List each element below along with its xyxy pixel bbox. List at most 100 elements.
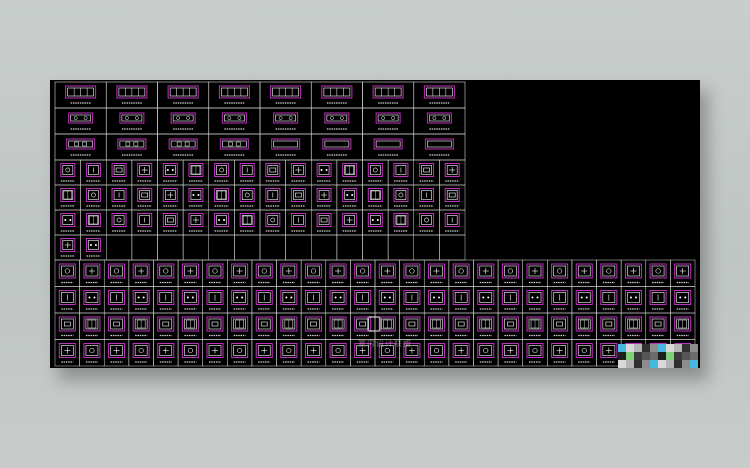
wide-symbol-plate — [224, 114, 245, 122]
lower-symbol-plate — [676, 292, 689, 303]
wide-symbol-frame — [66, 138, 96, 150]
lower-symbol-switch-icon — [310, 321, 317, 327]
switch-icon — [236, 141, 241, 147]
pixel-block — [658, 344, 666, 352]
narrow-symbol-switch-icon — [167, 217, 174, 223]
lower-symbol-outlet-icon — [286, 347, 292, 354]
narrow-symbol-switch-icon — [115, 167, 123, 173]
lower-symbol-plate — [405, 265, 419, 277]
switch-icon — [125, 141, 131, 147]
wide-symbol-plate — [375, 140, 401, 148]
switch-icon — [74, 141, 79, 147]
lower-symbol-plate — [307, 265, 320, 277]
pixel-block — [674, 344, 682, 352]
narrow-symbol-plate — [113, 215, 125, 225]
lower-symbol-outlet-icon — [655, 268, 661, 274]
narrow-symbol-pin — [69, 219, 72, 221]
narrow-symbol-outlet-icon — [219, 167, 224, 173]
lower-symbol-plate — [651, 265, 665, 277]
cad-drawing-canvas[interactable]: 室内设计联盟 — [50, 80, 700, 368]
wide-symbol-frame — [424, 138, 454, 150]
pixel-block — [658, 360, 666, 368]
wide-symbol-frame — [322, 138, 352, 150]
lower-symbol-switch-icon — [408, 321, 416, 327]
lower-symbol-switch-icon — [64, 321, 71, 327]
pixel-block — [666, 360, 674, 368]
lower-symbol-plate — [208, 265, 222, 277]
pixel-block — [690, 344, 698, 352]
narrow-symbol-plate — [113, 165, 125, 175]
narrow-symbol-pin — [192, 194, 195, 196]
lower-symbol-outlet-icon — [163, 268, 169, 274]
narrow-symbol-outlet-icon — [116, 217, 122, 223]
narrow-symbol-pin — [371, 219, 374, 221]
lower-symbol-pin — [536, 296, 539, 299]
lower-symbol-switch-icon — [556, 321, 563, 327]
lower-symbol-pin — [186, 296, 189, 299]
outlet-icon — [391, 116, 395, 120]
narrow-symbol-plate — [293, 190, 304, 200]
narrow-symbol-pin — [94, 244, 97, 246]
lower-symbol-plate — [356, 318, 369, 330]
pixel-block — [666, 344, 674, 352]
lower-symbol-outlet-icon — [310, 268, 317, 274]
lower-symbol-plate — [430, 292, 443, 303]
lower-symbol-plate — [553, 265, 566, 277]
lower-symbol-pin — [634, 296, 637, 299]
wide-symbol-plate — [170, 140, 196, 148]
wide-symbol-frame — [68, 112, 94, 124]
lower-symbol-plate — [257, 265, 271, 277]
lower-symbol-outlet-icon — [606, 268, 612, 274]
lower-symbol-plate — [257, 318, 271, 330]
lower-symbol-switch-icon — [113, 321, 120, 327]
pixel-block — [690, 352, 698, 360]
pixel-block — [650, 344, 658, 352]
lower-symbol-outlet-icon — [581, 347, 587, 354]
pixel-block — [642, 344, 650, 352]
lower-symbol-plate — [307, 318, 320, 330]
wide-symbol-frame — [119, 112, 145, 124]
narrow-symbol-plate — [165, 215, 176, 225]
lower-symbol-plate — [184, 292, 197, 303]
outlet-icon — [186, 116, 190, 120]
narrow-symbol-outlet-icon — [372, 167, 378, 173]
outlet-icon — [278, 116, 283, 120]
lower-symbol-switch-icon — [211, 321, 219, 327]
lower-symbol-plate — [454, 265, 468, 277]
lower-symbol-switch-icon — [654, 321, 662, 327]
outlet-icon — [73, 116, 78, 120]
wide-symbol-frame — [273, 112, 299, 124]
lower-symbol-switch-icon — [605, 321, 613, 327]
wide-symbol-plate — [172, 114, 194, 122]
outlet-icon — [237, 116, 242, 120]
pixel-block — [650, 360, 658, 368]
narrow-symbol-outlet-icon — [65, 167, 71, 173]
lower-symbol-plate — [627, 292, 640, 303]
wide-symbol-frame — [221, 112, 247, 124]
switch-icon — [228, 141, 233, 147]
wide-symbol-plate — [70, 114, 91, 122]
narrow-symbol-plate — [370, 165, 381, 175]
pixel-block — [634, 344, 642, 352]
narrow-symbol-outlet-icon — [424, 217, 429, 223]
wide-symbol-frame — [426, 112, 452, 124]
narrow-cell — [182, 234, 209, 261]
lower-symbol-outlet-icon — [335, 347, 341, 354]
lower-symbol-outlet-icon — [384, 347, 390, 354]
outlet-icon — [432, 116, 437, 120]
lower-symbol-plate — [184, 345, 197, 356]
lower-symbol-plate — [159, 318, 173, 330]
lower-symbol-switch-icon — [507, 321, 514, 327]
lower-symbol-outlet-icon — [138, 347, 144, 354]
lower-symbol-plate — [331, 292, 345, 303]
lower-symbol-plate — [110, 265, 123, 277]
narrow-symbol-pin — [166, 169, 169, 171]
lower-symbol-pin — [137, 296, 140, 299]
lower-symbol-outlet-icon — [557, 268, 563, 274]
narrow-symbol-switch-icon — [448, 192, 456, 198]
lower-symbol-outlet-icon — [532, 347, 538, 354]
lower-symbol-plate — [504, 318, 517, 330]
narrow-symbol-pin — [376, 219, 379, 221]
pixelated-corner — [618, 344, 700, 368]
outlet-icon — [442, 116, 447, 120]
